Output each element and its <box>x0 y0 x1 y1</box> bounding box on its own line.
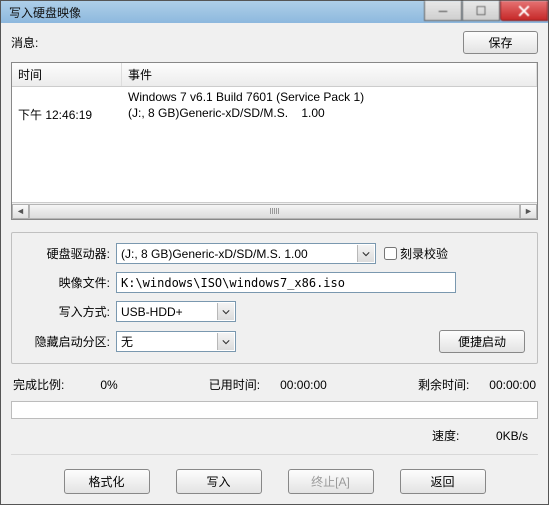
image-file-input[interactable] <box>116 272 456 293</box>
close-icon <box>518 5 530 17</box>
drive-select[interactable]: (J:, 8 GB)Generic-xD/SD/M.S. 1.00 <box>116 243 376 264</box>
back-button[interactable]: 返回 <box>400 469 486 494</box>
write-mode-value: USB-HDD+ <box>121 305 183 319</box>
format-button[interactable]: 格式化 <box>64 469 150 494</box>
chevron-down-icon <box>357 245 374 262</box>
drive-value: (J:, 8 GB)Generic-xD/SD/M.S. 1.00 <box>121 247 308 261</box>
hidden-partition-select[interactable]: 无 <box>116 331 236 352</box>
remain-label: 剩余时间: <box>418 376 469 393</box>
hidden-partition-label: 隐藏启动分区: <box>24 333 116 350</box>
write-button[interactable]: 写入 <box>176 469 262 494</box>
settings-group: 硬盘驱动器: (J:, 8 GB)Generic-xD/SD/M.S. 1.00… <box>11 232 538 364</box>
chevron-down-icon <box>217 303 234 320</box>
divider <box>11 454 538 455</box>
col-event-header[interactable]: 事件 <box>122 63 537 86</box>
save-button[interactable]: 保存 <box>463 31 538 54</box>
scroll-track[interactable] <box>29 204 520 219</box>
scroll-thumb[interactable] <box>29 204 520 219</box>
verify-checkbox-input[interactable] <box>384 247 397 260</box>
remain-value: 00:00:00 <box>489 378 536 392</box>
minimize-button[interactable]: ─ <box>424 1 462 21</box>
verify-checkbox[interactable]: 刻录校验 <box>384 245 448 262</box>
verify-label: 刻录校验 <box>400 245 448 262</box>
col-time-header[interactable]: 时间 <box>12 63 122 86</box>
convenient-boot-button[interactable]: 便捷启动 <box>439 330 525 353</box>
log-event: (J:, 8 GB)Generic-xD/SD/M.S. 1.00 <box>122 105 537 124</box>
horizontal-scrollbar[interactable]: ◄ ► <box>12 202 537 219</box>
done-label: 完成比例: <box>13 376 64 393</box>
window-title: 写入硬盘映像 <box>1 4 81 21</box>
image-label: 映像文件: <box>24 274 116 291</box>
scroll-right-arrow[interactable]: ► <box>520 204 537 219</box>
elapsed-label: 已用时间: <box>209 376 260 393</box>
dialog-window: 写入硬盘映像 ─ ☐ 消息: 保存 时间 事件 Windows 7 v6.1 B… <box>0 0 549 505</box>
done-value: 0% <box>100 378 117 392</box>
write-mode-select[interactable]: USB-HDD+ <box>116 301 236 322</box>
hidden-partition-value: 无 <box>121 333 133 350</box>
maximize-button[interactable]: ☐ <box>462 1 500 21</box>
close-button[interactable] <box>500 1 548 21</box>
scroll-left-arrow[interactable]: ◄ <box>12 204 29 219</box>
log-table: 时间 事件 Windows 7 v6.1 Build 7601 (Service… <box>11 62 538 220</box>
message-label: 消息: <box>11 34 38 51</box>
log-time: 下午 12:46:19 <box>12 105 122 124</box>
speed-value: 0KB/s <box>496 429 528 443</box>
elapsed-value: 00:00:00 <box>280 378 327 392</box>
titlebar[interactable]: 写入硬盘映像 ─ ☐ <box>1 1 548 23</box>
write-mode-label: 写入方式: <box>24 303 116 320</box>
log-row[interactable]: Windows 7 v6.1 Build 7601 (Service Pack … <box>12 89 537 105</box>
window-buttons: ─ ☐ <box>424 1 548 21</box>
log-time <box>12 89 122 105</box>
chevron-down-icon <box>217 333 234 350</box>
log-event: Windows 7 v6.1 Build 7601 (Service Pack … <box>122 89 537 105</box>
action-buttons: 格式化 写入 终止[A] 返回 <box>11 469 538 494</box>
abort-button: 终止[A] <box>288 469 374 494</box>
log-header: 时间 事件 <box>12 63 537 87</box>
content-area: 消息: 保存 时间 事件 Windows 7 v6.1 Build 7601 (… <box>1 23 548 504</box>
log-body: Windows 7 v6.1 Build 7601 (Service Pack … <box>12 87 537 202</box>
drive-label: 硬盘驱动器: <box>24 245 116 262</box>
progress-bar <box>11 401 538 419</box>
speed-label: 速度: <box>432 429 459 443</box>
log-row[interactable]: 下午 12:46:19 (J:, 8 GB)Generic-xD/SD/M.S.… <box>12 105 537 124</box>
